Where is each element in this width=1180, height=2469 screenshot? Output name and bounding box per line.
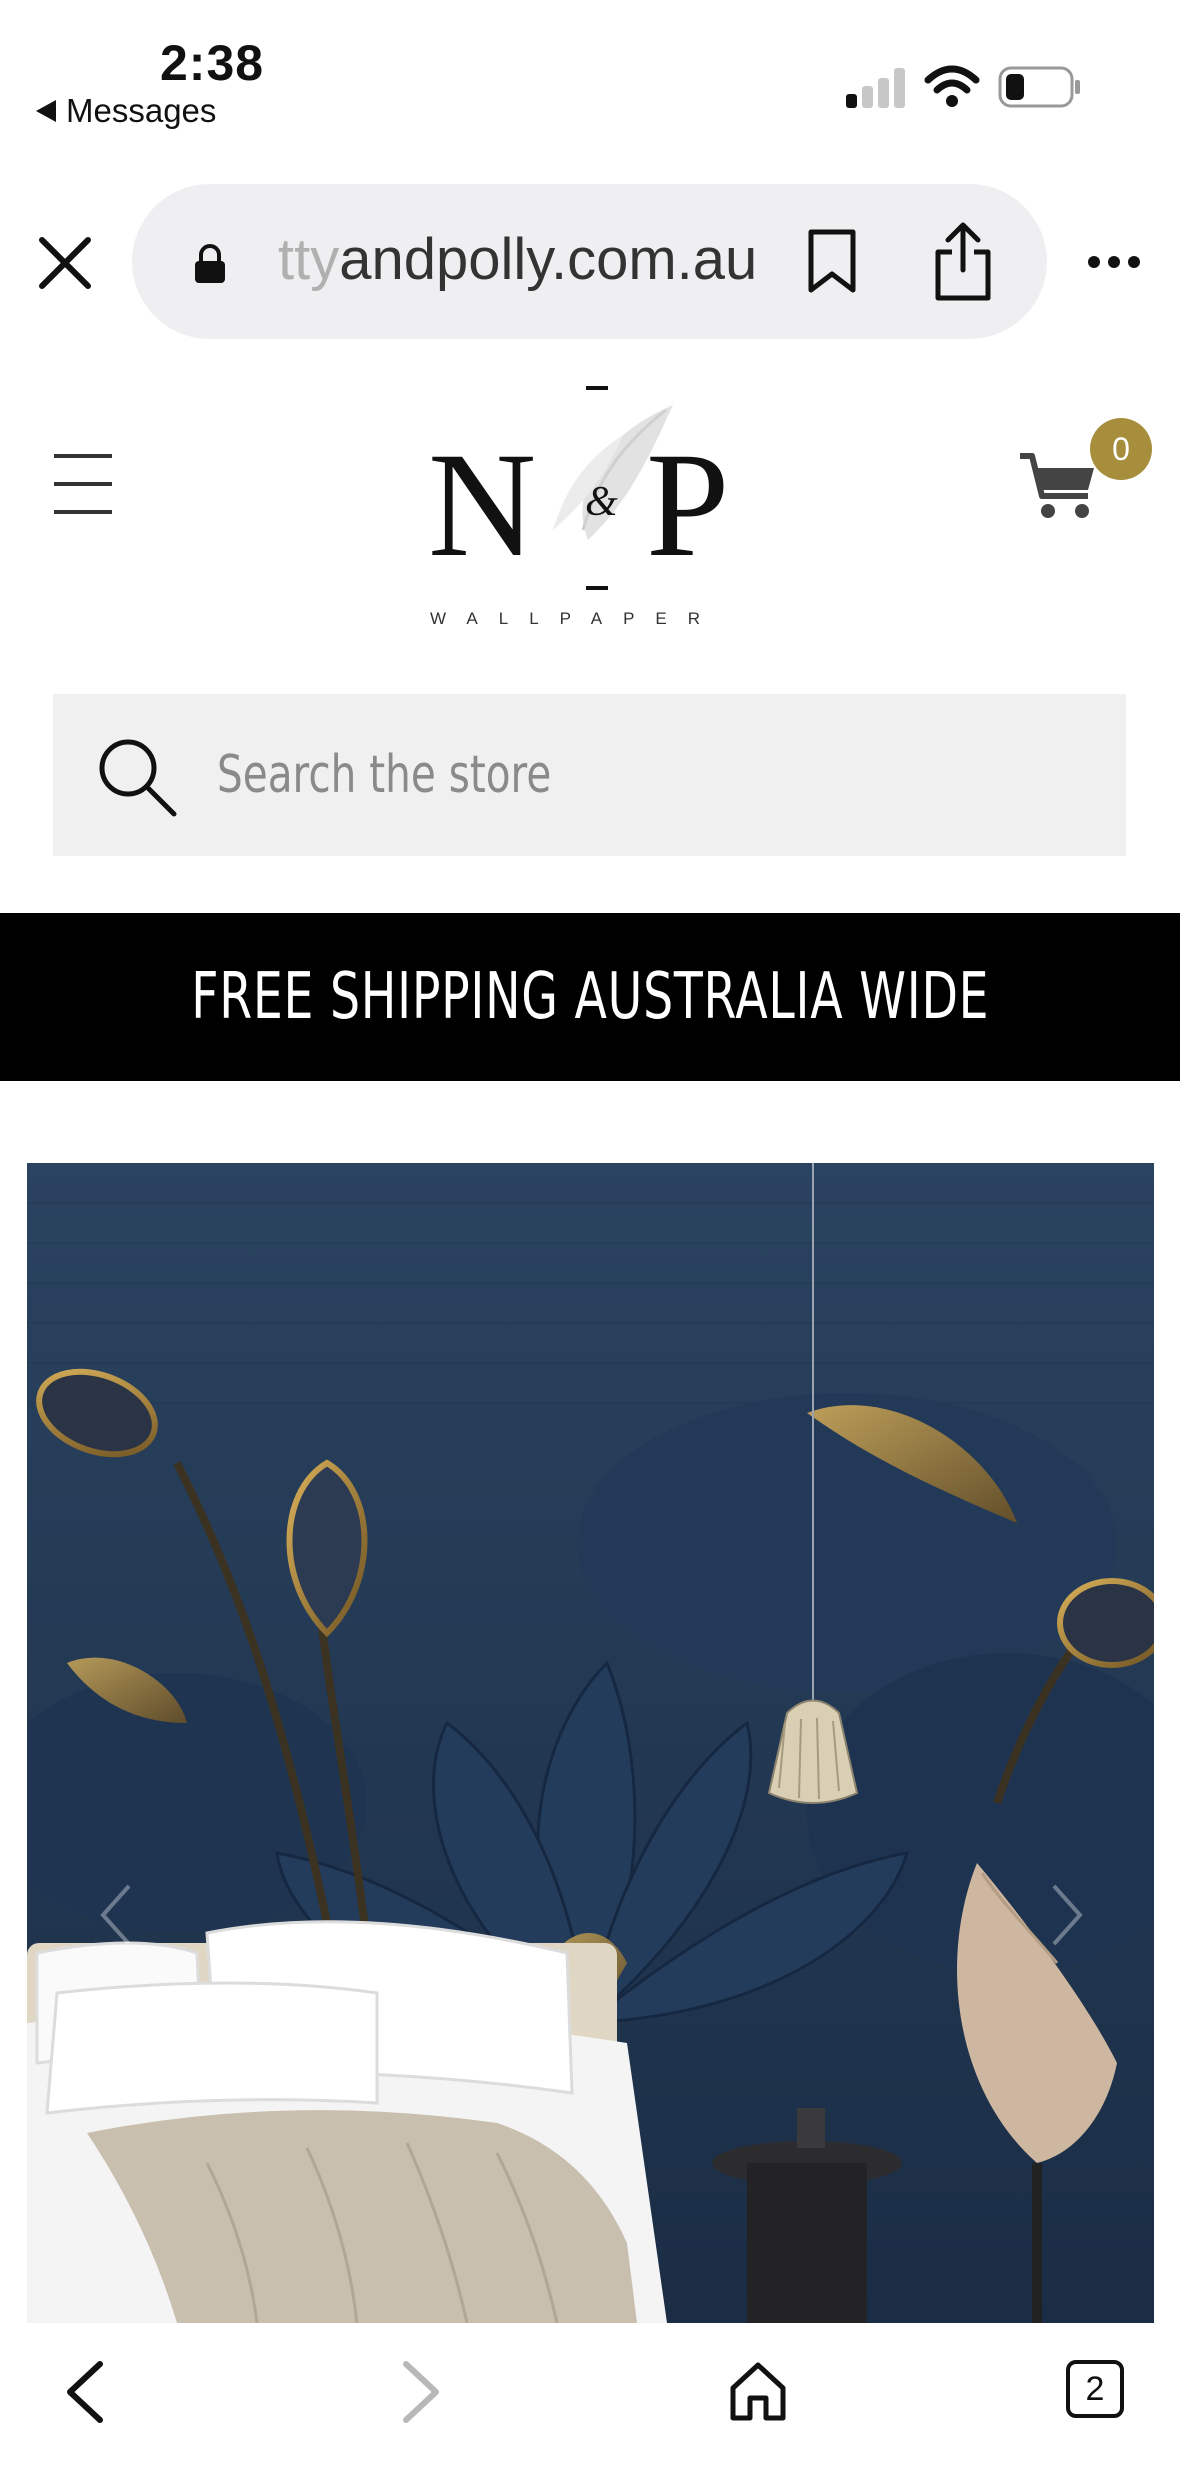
cart-count-badge[interactable]: 0 — [1090, 418, 1152, 480]
cart-icon[interactable] — [1018, 448, 1098, 522]
status-time: 2:38 — [160, 35, 265, 91]
svg-text:P: P — [646, 422, 729, 588]
close-tab-icon[interactable] — [34, 232, 96, 294]
search-input[interactable]: Search the store — [217, 745, 551, 805]
back-app-label: Messages — [66, 92, 217, 129]
carousel-prev-icon[interactable] — [95, 1880, 135, 1950]
tabs-icon[interactable]: 2 — [1066, 2360, 1124, 2418]
share-icon[interactable] — [932, 220, 994, 302]
bookmark-icon[interactable] — [806, 228, 858, 294]
search-box[interactable] — [53, 694, 1126, 856]
home-icon[interactable] — [728, 2360, 788, 2422]
svg-text:WALLPAPER: WALLPAPER — [430, 609, 721, 628]
more-options-icon[interactable] — [1086, 254, 1142, 270]
signal-icon — [846, 66, 906, 108]
url-domain: andpolly.com.au — [339, 227, 758, 292]
lock-icon — [195, 244, 225, 283]
hero-product-image[interactable] — [27, 1163, 1154, 2323]
battery-icon — [998, 66, 1080, 108]
url-faded-part: tty — [278, 227, 340, 292]
store-logo[interactable]: N & P WALLPAPER — [418, 380, 778, 640]
forward-icon[interactable] — [396, 2358, 446, 2426]
hamburger-menu-icon[interactable] — [52, 452, 114, 516]
svg-text:&: & — [585, 479, 618, 525]
browser-toolbar — [0, 2323, 1180, 2469]
wifi-icon — [924, 65, 980, 107]
shipping-banner-text: FREE SHIPPING AUSTRALIA WIDE — [190, 960, 990, 1034]
url-text[interactable]: ttyandpolly.com.au — [278, 226, 757, 293]
shipping-banner: FREE SHIPPING AUSTRALIA WIDE — [0, 913, 1180, 1081]
svg-text:N: N — [428, 422, 536, 588]
back-icon[interactable] — [60, 2358, 110, 2426]
carousel-next-icon[interactable] — [1048, 1880, 1088, 1950]
back-to-app-link[interactable]: Messages — [36, 92, 216, 130]
back-triangle-icon — [36, 100, 56, 122]
search-icon[interactable] — [96, 736, 178, 818]
